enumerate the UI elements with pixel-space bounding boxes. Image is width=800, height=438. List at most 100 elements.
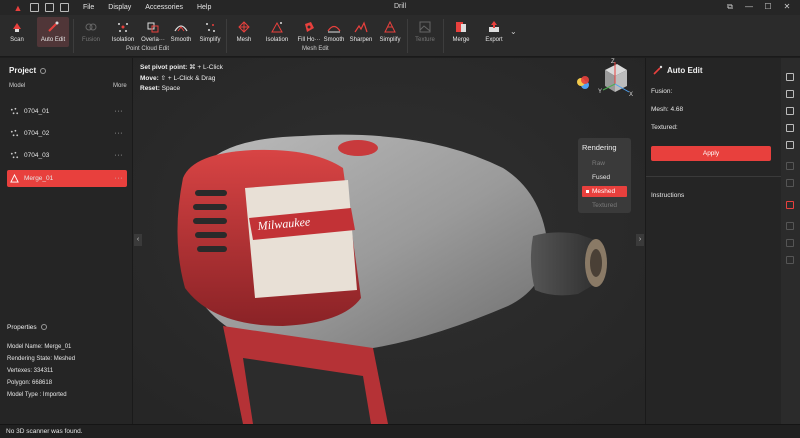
toolbar-separator bbox=[73, 19, 74, 53]
smooth-icon bbox=[174, 25, 188, 32]
hint-reset: Reset: Space bbox=[140, 85, 181, 92]
model-row-selected[interactable]: Merge_01 ··· bbox=[7, 170, 127, 187]
rect-select-icon[interactable] bbox=[786, 90, 794, 98]
app-window: ▲ File Display Accessories Help Drill ⧉ … bbox=[0, 0, 800, 438]
3d-viewport[interactable]: Milwaukee Z Y X Set pivot point: ⌘ + L-C… bbox=[133, 58, 645, 424]
brush-select-icon[interactable] bbox=[786, 124, 794, 132]
toolbar-separator bbox=[407, 19, 408, 53]
mesh-triangle-icon bbox=[10, 174, 19, 183]
point-cloud-icon bbox=[10, 107, 19, 115]
texture-icon bbox=[419, 21, 431, 33]
svg-text:Y: Y bbox=[598, 89, 602, 95]
merge-icon bbox=[456, 22, 466, 32]
point-cloud-icon bbox=[10, 129, 19, 137]
open-folder-icon[interactable] bbox=[60, 3, 69, 12]
menu-accessories[interactable]: Accessories bbox=[145, 4, 183, 11]
pc-simplify-button[interactable]: Simplify bbox=[195, 17, 225, 47]
scan-button[interactable]: Scan bbox=[2, 17, 32, 47]
select-cursor-icon[interactable] bbox=[786, 73, 794, 81]
model-row[interactable]: 0704_01 ··· bbox=[7, 103, 127, 120]
redo-icon[interactable] bbox=[786, 256, 794, 264]
model-row[interactable]: 0704_02 ··· bbox=[7, 125, 127, 142]
collapse-right-panel-icon[interactable]: › bbox=[636, 234, 644, 246]
merge-button[interactable]: Merge bbox=[446, 17, 476, 47]
lasso-select-icon[interactable] bbox=[786, 107, 794, 115]
fusion-label: Fusion: bbox=[651, 88, 673, 95]
plane-cut-icon[interactable] bbox=[786, 141, 794, 149]
svg-text:X: X bbox=[629, 92, 633, 98]
mesh-isolation-button[interactable]: Isolation bbox=[262, 17, 292, 47]
status-bar: No 3D scanner was found. bbox=[0, 424, 800, 438]
rendering-option-fused[interactable]: Fused bbox=[582, 172, 627, 183]
texture-button[interactable]: Texture bbox=[410, 17, 440, 47]
menu-bar: File Display Accessories Help bbox=[83, 4, 225, 11]
project-title: Project bbox=[9, 66, 47, 75]
status-text: No 3D scanner was found. bbox=[6, 428, 83, 435]
title-bar: ▲ File Display Accessories Help Drill ⧉ … bbox=[0, 0, 800, 15]
toolbar-overflow-chevron-icon[interactable]: ⌄ bbox=[510, 27, 517, 36]
restore-icon[interactable]: ⧉ bbox=[725, 2, 735, 12]
maximize-icon[interactable]: ☐ bbox=[763, 2, 773, 12]
minimize-icon[interactable]: — bbox=[744, 2, 754, 12]
properties-title: Properties bbox=[7, 324, 47, 331]
instructions-label: Instructions bbox=[651, 192, 685, 199]
info-icon[interactable] bbox=[40, 324, 47, 331]
delete-icon[interactable] bbox=[786, 239, 794, 247]
mesh-button[interactable]: Mesh bbox=[229, 17, 259, 47]
invert-selection-icon[interactable] bbox=[786, 162, 794, 170]
tool-rail bbox=[781, 58, 800, 424]
model-row[interactable]: 0704_03 ··· bbox=[7, 147, 127, 164]
more-options-icon[interactable]: ··· bbox=[115, 152, 124, 159]
more-options-icon[interactable]: ··· bbox=[115, 108, 124, 115]
smooth-icon bbox=[327, 25, 341, 33]
auto-edit-button[interactable]: Auto Edit bbox=[37, 17, 69, 47]
magic-wand-icon bbox=[653, 65, 663, 75]
collapse-left-panel-icon[interactable]: ‹ bbox=[134, 234, 142, 246]
menu-help[interactable]: Help bbox=[197, 4, 211, 11]
menu-display[interactable]: Display bbox=[108, 4, 131, 11]
clear-selection-icon[interactable] bbox=[786, 179, 794, 187]
project-panel: Project Model More 0704_01 ··· 0704_02 ·… bbox=[0, 58, 133, 424]
new-project-icon[interactable] bbox=[45, 3, 54, 12]
mesh-group-label: Mesh Edit bbox=[302, 46, 329, 52]
sharpen-icon bbox=[354, 21, 368, 33]
hint-move: Move: ⇧ + L-Click & Drag bbox=[140, 75, 216, 82]
duplicate-icon[interactable] bbox=[786, 201, 794, 209]
sharpen-button[interactable]: Sharpen bbox=[346, 17, 376, 47]
pc-smooth-button[interactable]: Smooth bbox=[166, 17, 196, 47]
more-options-icon[interactable]: ··· bbox=[115, 175, 124, 182]
point-cloud-group-label: Point Cloud Edit bbox=[126, 46, 170, 52]
pc-isolation-button[interactable]: Isolation bbox=[108, 17, 138, 47]
triangle-isolation-icon bbox=[271, 21, 283, 33]
scan-icon bbox=[13, 23, 21, 32]
undo-icon[interactable] bbox=[786, 222, 794, 230]
menu-file[interactable]: File bbox=[83, 4, 94, 11]
fill-holes-icon bbox=[305, 22, 314, 32]
more-options-icon[interactable]: ··· bbox=[115, 130, 124, 137]
prop-model-type: Model Type : Imported bbox=[7, 392, 67, 398]
toolbar-separator bbox=[443, 19, 444, 53]
simplify-icon bbox=[206, 23, 215, 32]
prop-rendering-state: Rendering State: Meshed bbox=[7, 356, 76, 362]
info-icon[interactable] bbox=[40, 67, 47, 74]
close-icon[interactable]: ✕ bbox=[782, 2, 792, 12]
point-cloud-icon bbox=[10, 151, 19, 159]
simplify-mesh-icon bbox=[384, 20, 396, 33]
apply-button[interactable]: Apply bbox=[651, 146, 771, 161]
rendering-option-meshed[interactable]: Meshed bbox=[582, 186, 627, 197]
mesh-simplify-button[interactable]: Simplify bbox=[375, 17, 405, 47]
toolbar-separator bbox=[226, 19, 227, 53]
auto-edit-panel: Auto Edit Fusion: Mesh: 4.68 Textured: A… bbox=[645, 58, 782, 424]
rendering-option-textured[interactable]: Textured bbox=[582, 200, 627, 211]
auto-edit-title: Auto Edit bbox=[667, 66, 703, 75]
export-button[interactable]: Export bbox=[479, 17, 509, 47]
magic-wand-icon bbox=[48, 21, 59, 32]
home-icon[interactable] bbox=[30, 3, 39, 12]
rendering-option-raw[interactable]: Raw bbox=[582, 158, 627, 169]
mesh-smooth-button[interactable]: Smooth bbox=[319, 17, 349, 47]
drill-model-render[interactable]: Milwaukee Z Y X bbox=[133, 58, 645, 424]
fusion-button[interactable]: Fusion bbox=[76, 17, 106, 47]
overlap-button[interactable]: Overla··· bbox=[138, 17, 168, 47]
fusion-icon bbox=[85, 23, 97, 31]
prop-model-name: Model Name: Merge_01 bbox=[7, 344, 72, 350]
